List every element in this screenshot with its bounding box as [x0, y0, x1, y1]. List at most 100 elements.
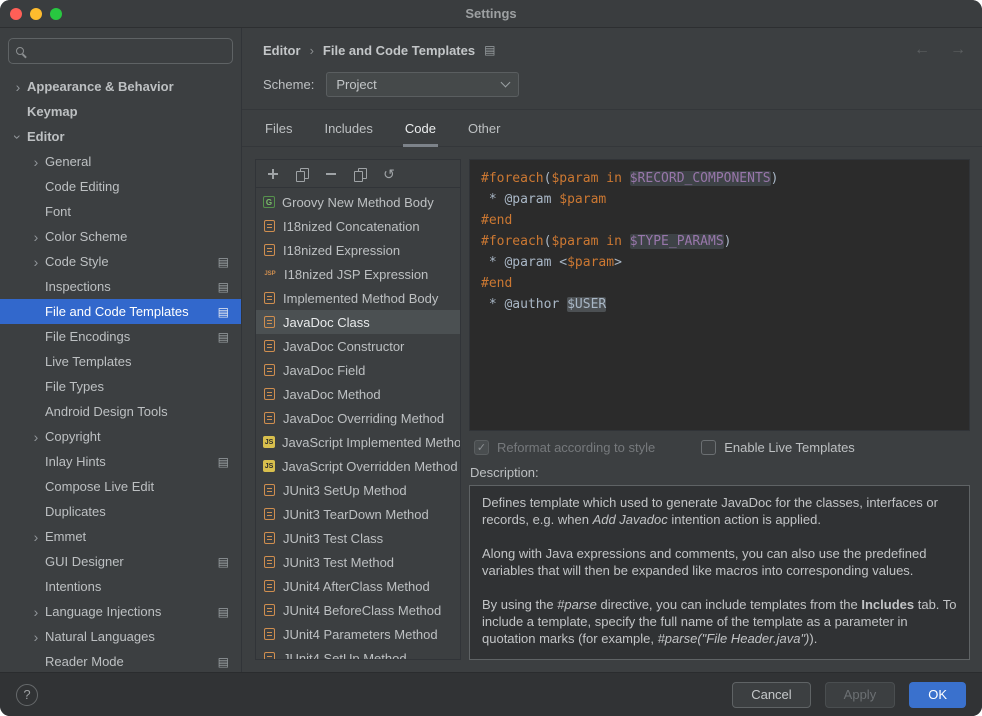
sidebar-item-keymap[interactable]: Keymap: [0, 99, 241, 124]
template-item-label: I18nized Expression: [283, 243, 400, 258]
template-item-javadoc-method[interactable]: JavaDoc Method: [256, 382, 460, 406]
back-icon[interactable]: ←: [914, 41, 930, 59]
search-input[interactable]: [30, 43, 225, 60]
sidebar-item-code-style[interactable]: ›Code Style▤: [0, 249, 241, 274]
zoom-button[interactable]: [50, 8, 62, 20]
chevron-collapsed-icon[interactable]: ›: [30, 606, 42, 618]
template-item-javadoc-field[interactable]: JavaDoc Field: [256, 358, 460, 382]
template-item-i18nized-expression[interactable]: I18nized Expression: [256, 238, 460, 262]
chevron-collapsed-icon[interactable]: ›: [30, 631, 42, 643]
sidebar-item-reader-mode[interactable]: Reader Mode▤: [0, 649, 241, 672]
scheme-select[interactable]: Project: [326, 72, 519, 97]
sidebar-item-copyright[interactable]: ›Copyright: [0, 424, 241, 449]
template-item-junit4-parameters-method[interactable]: JUnit4 Parameters Method: [256, 622, 460, 646]
chevron-expanded-icon[interactable]: ›: [12, 131, 24, 143]
settings-search-field[interactable]: [8, 38, 233, 64]
chevron-collapsed-icon[interactable]: ›: [30, 431, 42, 443]
minimize-button[interactable]: [30, 8, 42, 20]
enable-live-templates-checkbox[interactable]: Enable Live Templates: [701, 440, 855, 455]
sidebar-item-android-design-tools[interactable]: Android Design Tools: [0, 399, 241, 424]
sidebar-item-natural-languages[interactable]: ›Natural Languages: [0, 624, 241, 649]
template-editor[interactable]: #foreach($param in $RECORD_COMPONENTS) *…: [469, 159, 970, 431]
reset-to-default-icon[interactable]: ↺: [381, 166, 397, 182]
sidebar-item-file-encodings[interactable]: File Encodings▤: [0, 324, 241, 349]
sidebar-item-live-templates[interactable]: Live Templates: [0, 349, 241, 374]
close-button[interactable]: [10, 8, 22, 20]
description-text[interactable]: Defines template which used to generate …: [469, 485, 970, 660]
checkbox-unchecked-icon: [701, 440, 716, 455]
per-project-icon: ▤: [218, 605, 229, 619]
template-item-junit4-afterclass-method[interactable]: JUnit4 AfterClass Method: [256, 574, 460, 598]
sidebar-item-file-types[interactable]: File Types: [0, 374, 241, 399]
chevron-collapsed-icon[interactable]: ›: [30, 231, 42, 243]
sidebar-item-general[interactable]: ›General: [0, 149, 241, 174]
sidebar-item-editor[interactable]: ›Editor: [0, 124, 241, 149]
sidebar-item-duplicates[interactable]: Duplicates: [0, 499, 241, 524]
chevron-collapsed-icon[interactable]: ›: [30, 256, 42, 268]
tab-code[interactable]: Code: [403, 110, 438, 146]
template-item-label: JUnit4 BeforeClass Method: [283, 603, 441, 618]
template-item-junit3-teardown-method[interactable]: JUnit3 TearDown Method: [256, 502, 460, 526]
chevron-collapsed-icon[interactable]: ›: [30, 156, 42, 168]
sidebar-item-appearance-behavior[interactable]: ›Appearance & Behavior: [0, 74, 241, 99]
description-label: Description:: [470, 465, 970, 480]
template-item-label: JUnit3 SetUp Method: [283, 483, 407, 498]
sidebar-item-file-and-code-templates[interactable]: File and Code Templates▤: [0, 299, 241, 324]
sidebar-item-label: Inspections: [45, 279, 111, 294]
title-bar: Settings: [0, 0, 982, 28]
sidebar-item-color-scheme[interactable]: ›Color Scheme: [0, 224, 241, 249]
remove-template-icon[interactable]: [323, 166, 339, 182]
breadcrumb-editor[interactable]: Editor: [263, 43, 301, 58]
reformat-checkbox[interactable]: ✓ Reformat according to style: [474, 440, 655, 455]
sidebar-item-font[interactable]: Font: [0, 199, 241, 224]
sidebar-item-intentions[interactable]: Intentions: [0, 574, 241, 599]
template-item-label: Groovy New Method Body: [282, 195, 434, 210]
template-item-junit3-test-method[interactable]: JUnit3 Test Method: [256, 550, 460, 574]
ok-button[interactable]: OK: [909, 682, 966, 708]
template-item-junit3-setup-method[interactable]: JUnit3 SetUp Method: [256, 478, 460, 502]
cancel-button[interactable]: Cancel: [732, 682, 810, 708]
chevron-collapsed-icon[interactable]: ›: [12, 81, 24, 93]
template-item-javascript-overridden-method[interactable]: JSJavaScript Overridden Method: [256, 454, 460, 478]
template-item-label: JUnit3 Test Class: [283, 531, 383, 546]
tab-includes[interactable]: Includes: [322, 110, 374, 146]
template-item-groovy-new-method-body[interactable]: GGroovy New Method Body: [256, 190, 460, 214]
template-item-javadoc-overriding-method[interactable]: JavaDoc Overriding Method: [256, 406, 460, 430]
template-item-junit4-setup-method[interactable]: JUnit4 SetUp Method: [256, 646, 460, 659]
settings-window: Settings ›Appearance & BehaviorKeymap›Ed…: [0, 0, 982, 716]
template-item-javadoc-constructor[interactable]: JavaDoc Constructor: [256, 334, 460, 358]
template-item-javadoc-class[interactable]: JavaDoc Class: [256, 310, 460, 334]
sidebar-item-inspections[interactable]: Inspections▤: [0, 274, 241, 299]
add-template-icon[interactable]: [265, 166, 281, 182]
sidebar-item-language-injections[interactable]: ›Language Injections▤: [0, 599, 241, 624]
template-item-javascript-implemented-method[interactable]: JSJavaScript Implemented Method: [256, 430, 460, 454]
chevron-collapsed-icon[interactable]: ›: [30, 531, 42, 543]
template-template-icon: [264, 244, 275, 256]
sidebar-item-code-editing[interactable]: Code Editing: [0, 174, 241, 199]
template-item-implemented-method-body[interactable]: Implemented Method Body: [256, 286, 460, 310]
forward-icon[interactable]: →: [950, 41, 966, 59]
breadcrumb: Editor › File and Code Templates ▤ ← →: [263, 38, 966, 62]
sidebar-item-label: Reader Mode: [45, 654, 124, 669]
tab-other[interactable]: Other: [466, 110, 503, 146]
apply-button[interactable]: Apply: [825, 682, 896, 708]
tab-files[interactable]: Files: [263, 110, 294, 146]
template-item-label: JavaScript Implemented Method: [282, 435, 460, 450]
sidebar-item-label: Keymap: [27, 104, 78, 119]
template-template-icon: [264, 364, 275, 376]
template-item-i18nized-concatenation[interactable]: I18nized Concatenation: [256, 214, 460, 238]
sidebar-item-compose-live-edit[interactable]: Compose Live Edit: [0, 474, 241, 499]
help-button[interactable]: ?: [16, 684, 38, 706]
create-child-template-icon[interactable]: [294, 166, 310, 182]
copy-template-icon[interactable]: [352, 166, 368, 182]
sidebar-item-inlay-hints[interactable]: Inlay Hints▤: [0, 449, 241, 474]
template-template-icon: [264, 508, 275, 520]
template-item-junit4-beforeclass-method[interactable]: JUnit4 BeforeClass Method: [256, 598, 460, 622]
template-item-junit3-test-class[interactable]: JUnit3 Test Class: [256, 526, 460, 550]
sidebar-item-label: Live Templates: [45, 354, 131, 369]
sidebar-item-gui-designer[interactable]: GUI Designer▤: [0, 549, 241, 574]
template-item-i18nized-jsp-expression[interactable]: JSPI18nized JSP Expression: [256, 262, 460, 286]
sidebar-item-emmet[interactable]: ›Emmet: [0, 524, 241, 549]
template-template-icon: [264, 628, 275, 640]
template-item-label: I18nized JSP Expression: [284, 267, 428, 282]
